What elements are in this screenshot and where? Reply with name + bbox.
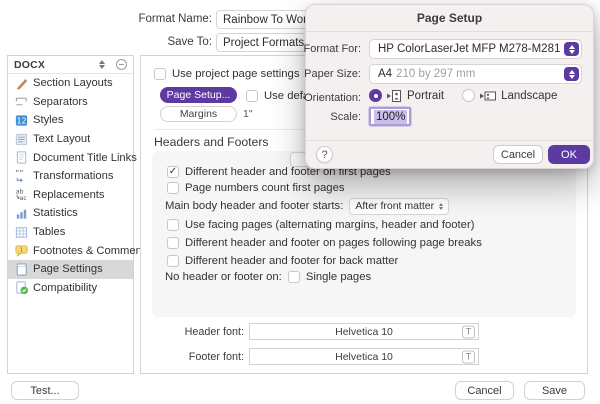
- remove-icon[interactable]: [116, 59, 127, 70]
- footer-font-field[interactable]: Helvetica 10 T: [249, 348, 479, 365]
- scale-label: Scale:: [330, 111, 361, 123]
- test-button[interactable]: Test...: [11, 381, 79, 400]
- margins-button[interactable]: Margins: [160, 106, 237, 122]
- use-default-checkbox[interactable]: [246, 90, 258, 102]
- back-matter-label: Different header and footer for back mat…: [185, 255, 398, 267]
- compatibility-icon: [14, 280, 29, 295]
- orientation-radios: Portrait Landscape: [369, 89, 557, 102]
- transformations-icon: ””: [14, 169, 29, 184]
- header-font-value: Helvetica 10: [335, 326, 393, 338]
- headers-footers-title: Headers and Footers: [154, 135, 269, 149]
- sidebar-item-text-layout[interactable]: Text Layout: [8, 130, 133, 149]
- sidebar-list: Section Layouts Separators 12 Styles Tex…: [8, 74, 133, 297]
- help-button[interactable]: ?: [316, 146, 333, 163]
- save-to-label: Save To:: [100, 36, 212, 48]
- format-name-label: Format Name:: [100, 13, 212, 25]
- orientation-label: Orientation:: [304, 92, 361, 104]
- footer-font-value: Helvetica 10: [335, 351, 393, 363]
- format-for-value: HP ColorLaserJet MFP M278-M281: [378, 43, 560, 55]
- separators-icon: [14, 94, 29, 109]
- sidebar-item-transformations[interactable]: ”” Transformations: [8, 167, 133, 186]
- header-font-field[interactable]: Helvetica 10 T: [249, 323, 479, 340]
- back-matter-checkbox[interactable]: [167, 255, 179, 267]
- dialog-title: Page Setup: [306, 11, 593, 25]
- document-icon: [14, 150, 29, 165]
- brush-icon: [14, 76, 29, 91]
- divider: [306, 31, 593, 32]
- popup-stepper-icon: [564, 67, 579, 81]
- sidebar-item-tables[interactable]: Tables: [8, 223, 133, 242]
- paper-size-label: Paper Size:: [304, 68, 361, 80]
- page-numbers-count-checkbox[interactable]: [167, 182, 179, 194]
- single-pages-label: Single pages: [306, 271, 371, 283]
- divider: [306, 140, 593, 141]
- sidebar-header-title: DOCX: [14, 59, 99, 71]
- sidebar-item-document-title-links[interactable]: Document Title Links: [8, 148, 133, 167]
- sidebar-item-statistics[interactable]: Statistics: [8, 204, 133, 223]
- main-body-starts-popup[interactable]: After front matter: [349, 198, 449, 215]
- landscape-icon: [480, 90, 496, 102]
- sidebar-header: DOCX: [8, 56, 133, 74]
- dialog-cancel-button[interactable]: Cancel: [493, 145, 543, 164]
- facing-pages-label: Use facing pages (alternating margins, h…: [185, 219, 475, 231]
- following-breaks-label: Different header and footer on pages fol…: [185, 237, 482, 249]
- svg-text:ac: ac: [20, 195, 27, 202]
- no-header-footer-label: No header or footer on:: [165, 271, 282, 283]
- save-button[interactable]: Save: [524, 381, 585, 400]
- sidebar-item-replacements[interactable]: abac Replacements: [8, 186, 133, 205]
- sidebar-item-styles[interactable]: 12 Styles: [8, 111, 133, 130]
- landscape-label: Landscape: [501, 90, 557, 102]
- scale-value: 100%: [374, 110, 407, 124]
- format-for-popup[interactable]: HP ColorLaserJet MFP M278-M281: [369, 39, 582, 59]
- compile-format-window: Format Name: Rainbow To Word fo Save To:…: [0, 0, 600, 404]
- landscape-radio[interactable]: [462, 89, 475, 102]
- svg-text:1: 1: [20, 248, 24, 254]
- svg-text:12: 12: [16, 116, 26, 125]
- sidebar-item-compatibility[interactable]: Compatibility: [8, 279, 133, 298]
- paper-size-popup[interactable]: A4 210 by 297 mm: [369, 64, 582, 84]
- portrait-icon: [387, 90, 402, 102]
- page-setup-button[interactable]: Page Setup...: [160, 87, 237, 103]
- format-for-label: Format For:: [304, 43, 361, 55]
- text-layout-icon: [14, 132, 29, 147]
- cancel-button[interactable]: Cancel: [455, 381, 514, 400]
- facing-pages-checkbox[interactable]: [167, 219, 179, 231]
- popup-stepper-icon: [439, 203, 443, 210]
- portrait-label: Portrait: [407, 90, 444, 102]
- svg-text:””: ””: [15, 169, 24, 179]
- comment-bubble-icon: 1: [14, 243, 29, 258]
- font-picker-icon[interactable]: T: [462, 350, 475, 363]
- page-numbers-count-label: Page numbers count first pages: [185, 182, 345, 194]
- sidebar-stepper-icon[interactable]: [99, 60, 105, 69]
- font-picker-icon[interactable]: T: [462, 325, 475, 338]
- paper-size-value: A4: [378, 68, 392, 80]
- main-body-starts-label: Main body header and footer starts:: [165, 200, 343, 212]
- format-sections-sidebar: DOCX Section Layouts Separators 12 Style…: [7, 55, 134, 374]
- use-project-page-settings-checkbox[interactable]: [154, 68, 166, 80]
- different-first-pages-checkbox[interactable]: [167, 166, 179, 178]
- dialog-ok-button[interactable]: OK: [548, 145, 590, 164]
- page-settings-icon: [14, 262, 29, 277]
- use-project-page-settings-label: Use project page settings: [172, 68, 299, 80]
- statistics-icon: [14, 206, 29, 221]
- header-font-label: Header font:: [166, 326, 244, 338]
- portrait-radio[interactable]: [369, 89, 382, 102]
- replacements-icon: abac: [14, 187, 29, 202]
- save-to-value: Project Formats: [223, 37, 304, 49]
- footer-font-label: Footer font:: [166, 351, 244, 363]
- page-setup-dialog: Page Setup Format For: HP ColorLaserJet …: [305, 4, 594, 169]
- paper-size-detail: 210 by 297 mm: [396, 68, 475, 80]
- sidebar-item-footnotes-comments[interactable]: 1 Footnotes & Comments: [8, 241, 133, 260]
- sidebar-item-page-settings[interactable]: Page Settings: [8, 260, 133, 279]
- scale-input[interactable]: 100%: [369, 107, 411, 126]
- popup-stepper-icon: [564, 42, 579, 56]
- styles-icon: 12: [14, 113, 29, 128]
- sidebar-item-section-layouts[interactable]: Section Layouts: [8, 74, 133, 93]
- tables-icon: [14, 225, 29, 240]
- sidebar-item-separators[interactable]: Separators: [8, 93, 133, 112]
- single-pages-checkbox[interactable]: [288, 271, 300, 283]
- margins-value: 1": [243, 108, 253, 120]
- following-breaks-checkbox[interactable]: [167, 237, 179, 249]
